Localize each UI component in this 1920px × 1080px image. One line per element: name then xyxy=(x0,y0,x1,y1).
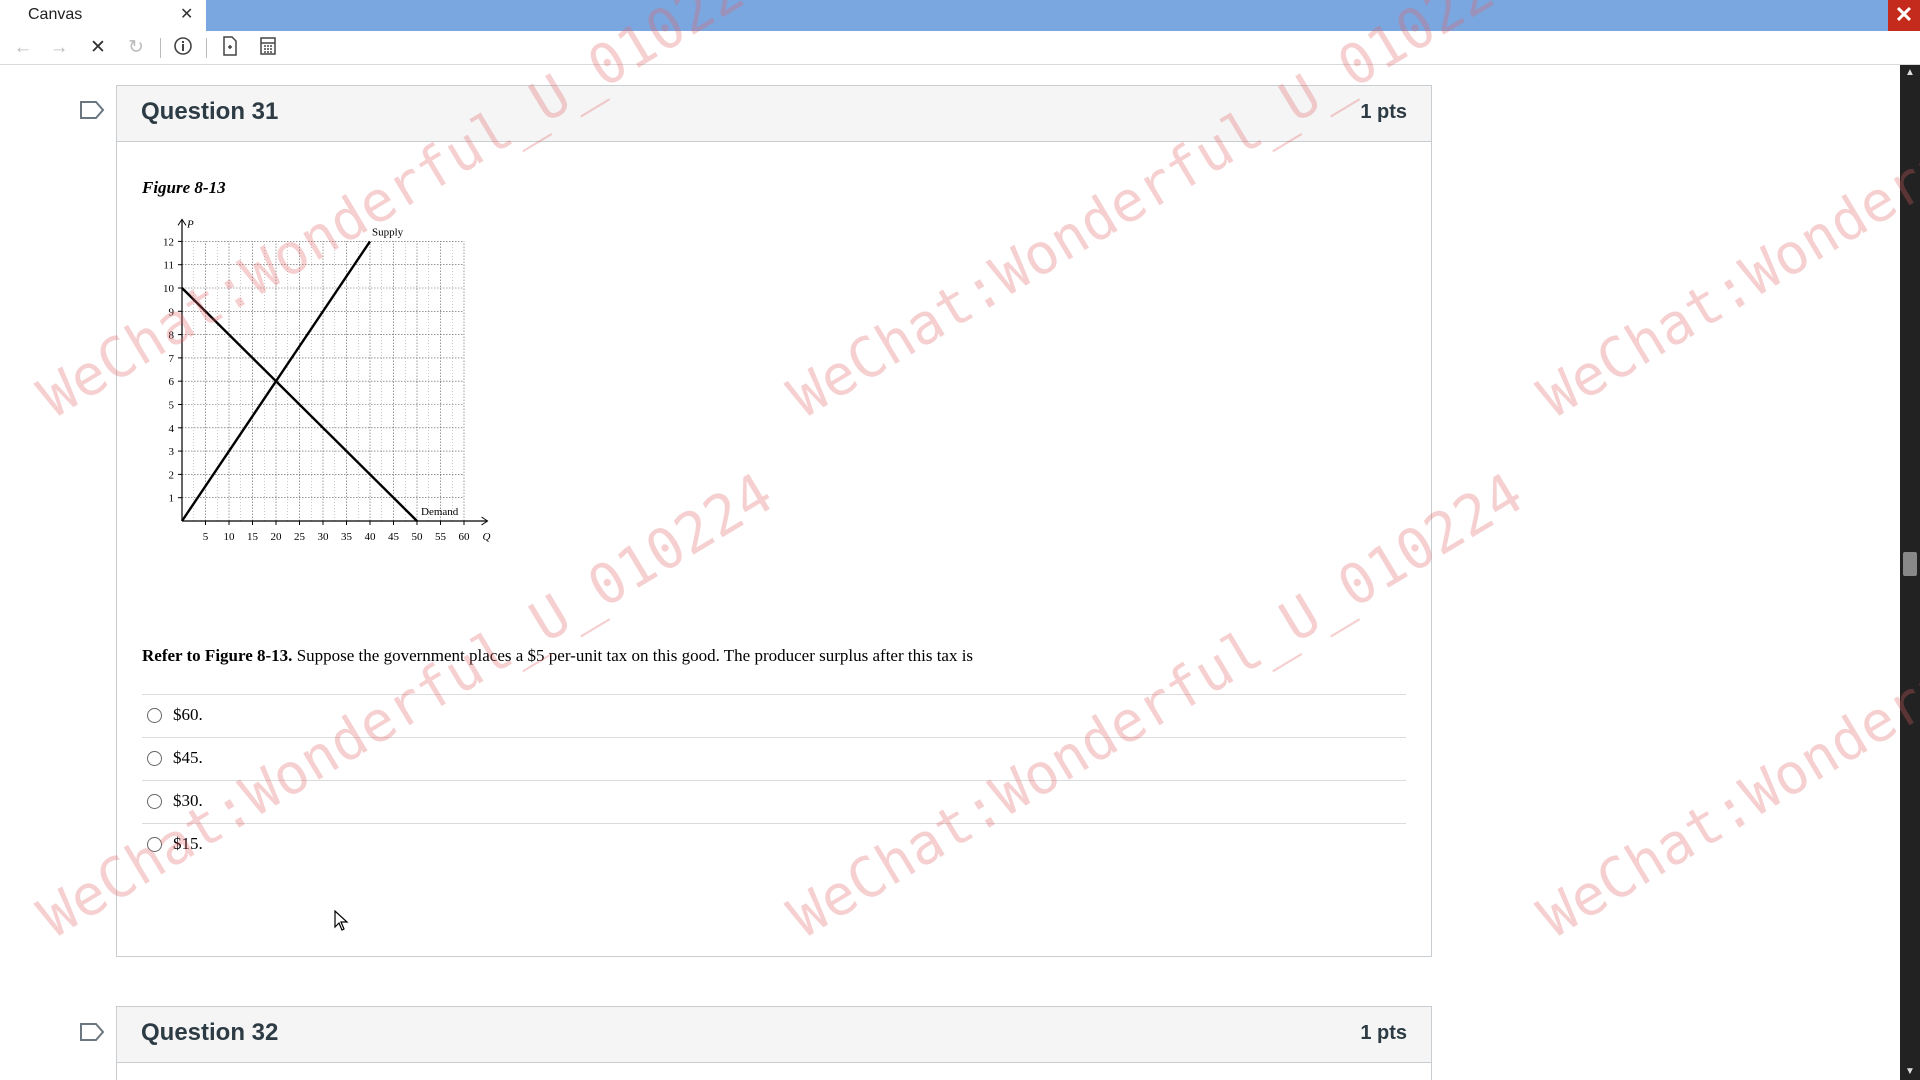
y-tick-label: 8 xyxy=(169,330,175,342)
y-tick-label: 12 xyxy=(163,236,174,248)
reload-icon[interactable]: ↻ xyxy=(123,36,149,60)
y-tick-label: 4 xyxy=(169,423,175,435)
stop-icon[interactable]: ✕ xyxy=(85,36,111,60)
y-tick-label: 6 xyxy=(169,376,175,388)
toolbar-divider xyxy=(160,38,161,58)
window-close-button[interactable]: ✕ xyxy=(1888,0,1920,31)
mouse-cursor-icon xyxy=(334,910,349,931)
question-header: Question 32 1 pts xyxy=(117,1007,1431,1063)
radio-button[interactable] xyxy=(147,708,162,723)
x-tick-label: 5 xyxy=(203,531,209,543)
question-header: Question 31 1 pts xyxy=(117,86,1431,142)
question-card: Question 32 1 pts xyxy=(116,1006,1432,1080)
series-label-demand: Demand xyxy=(421,506,459,518)
radio-button[interactable] xyxy=(147,837,162,852)
y-tick-label: 7 xyxy=(169,353,175,365)
x-tick-label: 60 xyxy=(459,531,471,543)
series-label-supply: Supply xyxy=(372,226,404,238)
x-axis-label: Q xyxy=(483,531,491,543)
question-title: Question 32 xyxy=(141,1019,279,1046)
page-content: Question 31 1 pts Figure 8-13 5 10 15 20 25 3… xyxy=(0,65,1900,1080)
question-card: Question 31 1 pts Figure 8-13 5 10 15 20 25 3… xyxy=(116,85,1432,957)
y-tick-label: 5 xyxy=(169,400,175,412)
back-icon[interactable]: ← xyxy=(10,36,36,60)
x-tick-label: 40 xyxy=(365,531,377,543)
supply-demand-chart: 5 10 15 20 25 30 35 40 45 50 55 60123456789101112QP… xyxy=(163,218,491,543)
y-tick-label: 2 xyxy=(169,469,175,481)
toolbar-divider xyxy=(206,38,207,58)
flag-question-icon[interactable] xyxy=(78,1021,106,1043)
forward-icon[interactable]: → xyxy=(46,36,72,60)
x-tick-label: 10 xyxy=(224,531,236,543)
calculator-icon[interactable] xyxy=(255,36,281,60)
info-icon[interactable] xyxy=(170,36,196,60)
flag-question-icon[interactable] xyxy=(78,99,106,121)
question-text: Refer to Figure 8-13. Suppose the govern… xyxy=(142,646,973,666)
question-title: Question 31 xyxy=(141,98,279,125)
answer-label[interactable]: $60. xyxy=(173,705,203,725)
x-tick-label: 50 xyxy=(412,531,424,543)
document-icon[interactable] xyxy=(217,36,243,60)
y-tick-label: 3 xyxy=(169,446,175,458)
x-tick-label: 55 xyxy=(435,531,447,543)
figure-label: Figure 8-13 xyxy=(142,178,226,197)
y-axis-label: P xyxy=(186,218,194,230)
x-tick-label: 25 xyxy=(294,531,306,543)
answer-label[interactable]: $45. xyxy=(173,748,203,768)
radio-button[interactable] xyxy=(147,794,162,809)
scroll-down-arrow-icon[interactable]: ▼ xyxy=(1900,1064,1920,1080)
answer-list: $60. $45. $30. $15. xyxy=(142,694,1406,866)
y-tick-label: 11 xyxy=(163,260,174,272)
x-tick-label: 15 xyxy=(247,531,259,543)
y-tick-label: 1 xyxy=(169,493,175,505)
question-points: 1 pts xyxy=(1360,101,1407,123)
answer-option[interactable]: $45. xyxy=(142,737,1406,780)
y-tick-label: 9 xyxy=(169,306,175,318)
toolbar xyxy=(0,31,1920,65)
question-points: 1 pts xyxy=(1360,1022,1407,1044)
tab-close-icon[interactable]: ✕ xyxy=(180,4,193,24)
scrollbar-thumb[interactable] xyxy=(1903,552,1917,576)
y-tick-label: 10 xyxy=(163,283,175,295)
vertical-scrollbar[interactable]: ▲ ▼ xyxy=(1900,65,1920,1080)
question-text-body: Suppose the government places a $5 per-u… xyxy=(296,646,974,665)
x-tick-label: 30 xyxy=(318,531,330,543)
browser-tab[interactable]: Canvas ✕ xyxy=(0,0,206,31)
x-tick-label: 20 xyxy=(271,531,283,543)
radio-button[interactable] xyxy=(147,751,162,766)
x-tick-label: 45 xyxy=(388,531,400,543)
question-text-bold: Refer to Figure 8-13. xyxy=(142,646,293,665)
answer-option[interactable]: $60. xyxy=(142,694,1406,737)
tab-title: Canvas xyxy=(28,6,83,23)
x-tick-label: 35 xyxy=(341,531,353,543)
answer-label[interactable]: $15. xyxy=(173,834,203,854)
answer-label[interactable]: $30. xyxy=(173,791,203,811)
answer-option[interactable]: $15. xyxy=(142,823,1406,866)
title-bar xyxy=(0,0,1920,31)
scroll-up-arrow-icon[interactable]: ▲ xyxy=(1900,65,1920,81)
answer-option[interactable]: $30. xyxy=(142,780,1406,823)
